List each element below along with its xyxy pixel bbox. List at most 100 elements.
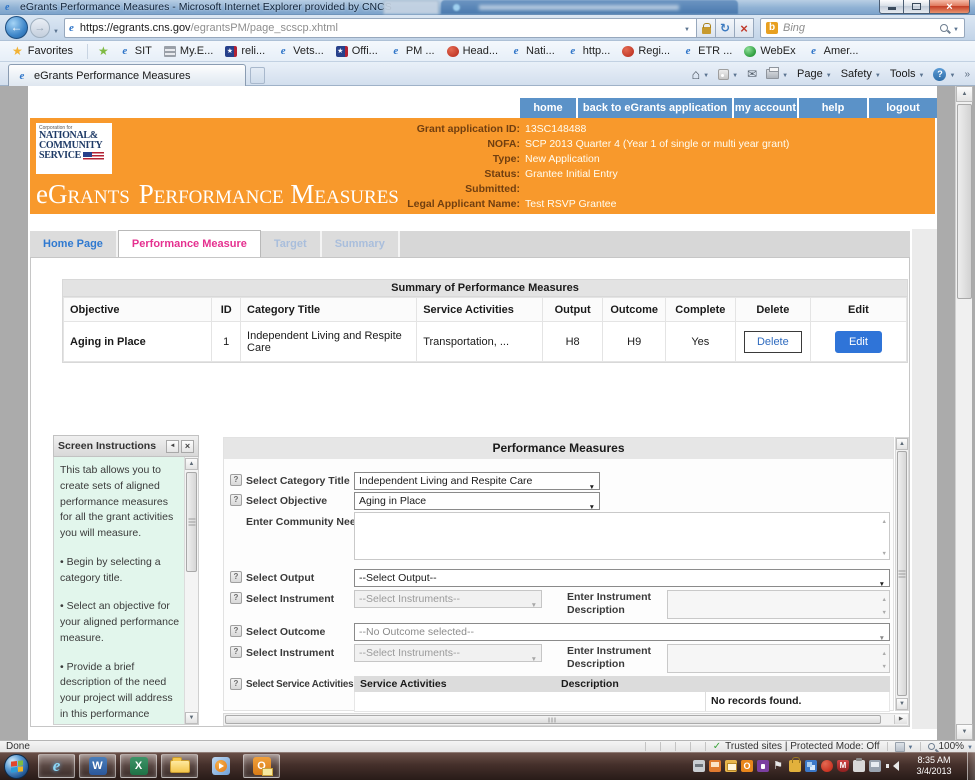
browser-tab[interactable]: eGrants Performance Measures (8, 64, 246, 86)
zoom-control[interactable]: 100% (928, 741, 973, 752)
objective-select[interactable]: Aging in Place (354, 492, 600, 510)
favorite-link[interactable]: http... (567, 45, 611, 57)
taskbar-excel-button[interactable] (120, 754, 157, 778)
action-center-flag-icon[interactable] (773, 760, 785, 772)
help-icon[interactable] (230, 474, 242, 486)
close-panel-button[interactable] (181, 440, 194, 453)
category-select[interactable]: Independent Living and Respite Care (354, 472, 600, 490)
delete-button[interactable]: Delete (744, 331, 802, 353)
collapse-panel-button[interactable] (166, 440, 179, 453)
taskbar-outlook-button[interactable] (243, 754, 280, 778)
safety-menu[interactable]: Safety (841, 68, 881, 80)
refresh-button[interactable] (716, 18, 735, 38)
new-tab-button[interactable] (250, 67, 265, 84)
taskbar-media-player-button[interactable] (202, 754, 239, 778)
favorite-link[interactable]: Head... (447, 45, 498, 57)
scrollbar-thumb[interactable] (957, 104, 972, 299)
instructions-scrollbar[interactable] (184, 457, 198, 725)
help-icon[interactable] (230, 592, 242, 604)
scrollbar-thumb[interactable] (186, 472, 197, 572)
taskbar-word-button[interactable] (79, 754, 116, 778)
security-lock-icon[interactable] (697, 18, 716, 38)
antivirus-tray-icon[interactable] (821, 760, 833, 772)
output-select[interactable]: --Select Output-- (354, 569, 890, 587)
url-dropdown[interactable] (682, 22, 692, 34)
favorite-link[interactable]: Regi... (622, 45, 670, 57)
display-tray-icon[interactable] (869, 760, 881, 772)
favorite-link[interactable]: reli... (225, 45, 265, 57)
help-icon[interactable] (230, 571, 242, 583)
padlock-tray-icon[interactable] (789, 760, 801, 772)
chevron-more-icon[interactable] (964, 68, 970, 80)
network-computers-tray-icon[interactable] (805, 760, 817, 772)
favorite-link[interactable]: WebEx (744, 45, 795, 57)
search-icon[interactable] (940, 24, 948, 32)
url-field[interactable]: https://egrants.cns.gov/egrantsPM/page_s… (64, 18, 697, 38)
scroll-down-icon[interactable] (956, 724, 973, 740)
scroll-up-icon[interactable] (956, 86, 973, 102)
nav-help[interactable]: help (799, 98, 867, 118)
scrollbar-thumb[interactable] (225, 715, 881, 724)
nav-logout[interactable]: logout (869, 98, 937, 118)
protected-mode-icon[interactable] (895, 742, 905, 752)
scroll-down-icon[interactable] (896, 698, 908, 710)
scroll-right-icon[interactable] (894, 715, 907, 724)
form-vertical-scrollbar[interactable] (895, 437, 909, 711)
printer-tray-icon[interactable] (693, 760, 705, 772)
favorite-link[interactable]: Offi... (336, 45, 378, 57)
nav-home[interactable]: home (520, 98, 576, 118)
help-icon[interactable] (230, 494, 242, 506)
search-options-dropdown[interactable] (953, 22, 959, 34)
close-button[interactable] (930, 0, 970, 14)
feeds-button[interactable] (718, 68, 738, 80)
mail-tray-icon[interactable] (725, 760, 737, 772)
nav-back-to-egrants[interactable]: back to eGrants application (578, 98, 732, 118)
minimize-button[interactable] (879, 0, 904, 14)
security-shield-tray-icon[interactable] (837, 760, 849, 772)
page-menu[interactable]: Page (797, 68, 832, 80)
stop-button[interactable] (735, 18, 754, 38)
nav-my-account[interactable]: my account (734, 98, 797, 118)
scroll-up-icon[interactable] (185, 458, 198, 470)
scroll-down-icon[interactable] (185, 712, 198, 724)
agent-tray-icon[interactable] (741, 760, 753, 772)
favorite-link[interactable]: SIT (119, 45, 152, 57)
search-input[interactable]: Bing (760, 18, 965, 38)
back-button[interactable] (5, 16, 28, 39)
help-icon[interactable] (230, 625, 242, 637)
maximize-button[interactable] (904, 0, 930, 14)
read-mail-button[interactable] (747, 67, 757, 81)
favorites-button[interactable]: Favorites (8, 44, 77, 58)
favorite-link[interactable]: ETR ... (682, 45, 732, 57)
volume-tray-icon[interactable] (885, 760, 897, 772)
tools-menu[interactable]: Tools (890, 68, 925, 80)
start-button[interactable] (4, 754, 29, 779)
favorite-link[interactable]: Nati... (510, 45, 555, 57)
taskbar-explorer-button[interactable] (161, 754, 198, 778)
taskbar-ie-button[interactable] (38, 754, 75, 778)
favorite-link[interactable]: My.E... (164, 45, 213, 57)
favorite-link[interactable]: Amer... (808, 45, 859, 57)
browser-scrollbar[interactable] (955, 86, 972, 740)
scrollbar-thumb[interactable] (897, 451, 907, 696)
home-button[interactable] (692, 67, 709, 82)
clipboard-tray-icon[interactable] (853, 760, 865, 772)
help-icon[interactable] (230, 646, 242, 658)
scroll-up-icon[interactable] (896, 438, 908, 450)
help-icon[interactable] (230, 678, 242, 690)
remote-session-tray-icon[interactable] (709, 760, 721, 772)
edit-button[interactable]: Edit (835, 331, 882, 353)
taskbar-clock[interactable]: 8:35 AM 3/4/2013 (909, 755, 959, 777)
outcome-select[interactable]: --No Outcome selected-- (354, 623, 890, 641)
recent-pages-dropdown[interactable] (53, 24, 59, 36)
help-menu[interactable] (933, 68, 955, 81)
tab-home-page[interactable]: Home Page (30, 231, 118, 257)
community-need-textarea[interactable] (354, 512, 890, 560)
favorite-link[interactable]: PM ... (390, 45, 435, 57)
add-favorite-icon[interactable] (98, 44, 109, 58)
form-horizontal-scrollbar[interactable] (223, 713, 909, 726)
privacy-lock-tray-icon[interactable] (757, 760, 769, 772)
tab-performance-measure[interactable]: Performance Measure (118, 230, 261, 257)
print-button[interactable] (766, 68, 788, 80)
favorite-link[interactable]: Vets... (277, 45, 324, 57)
